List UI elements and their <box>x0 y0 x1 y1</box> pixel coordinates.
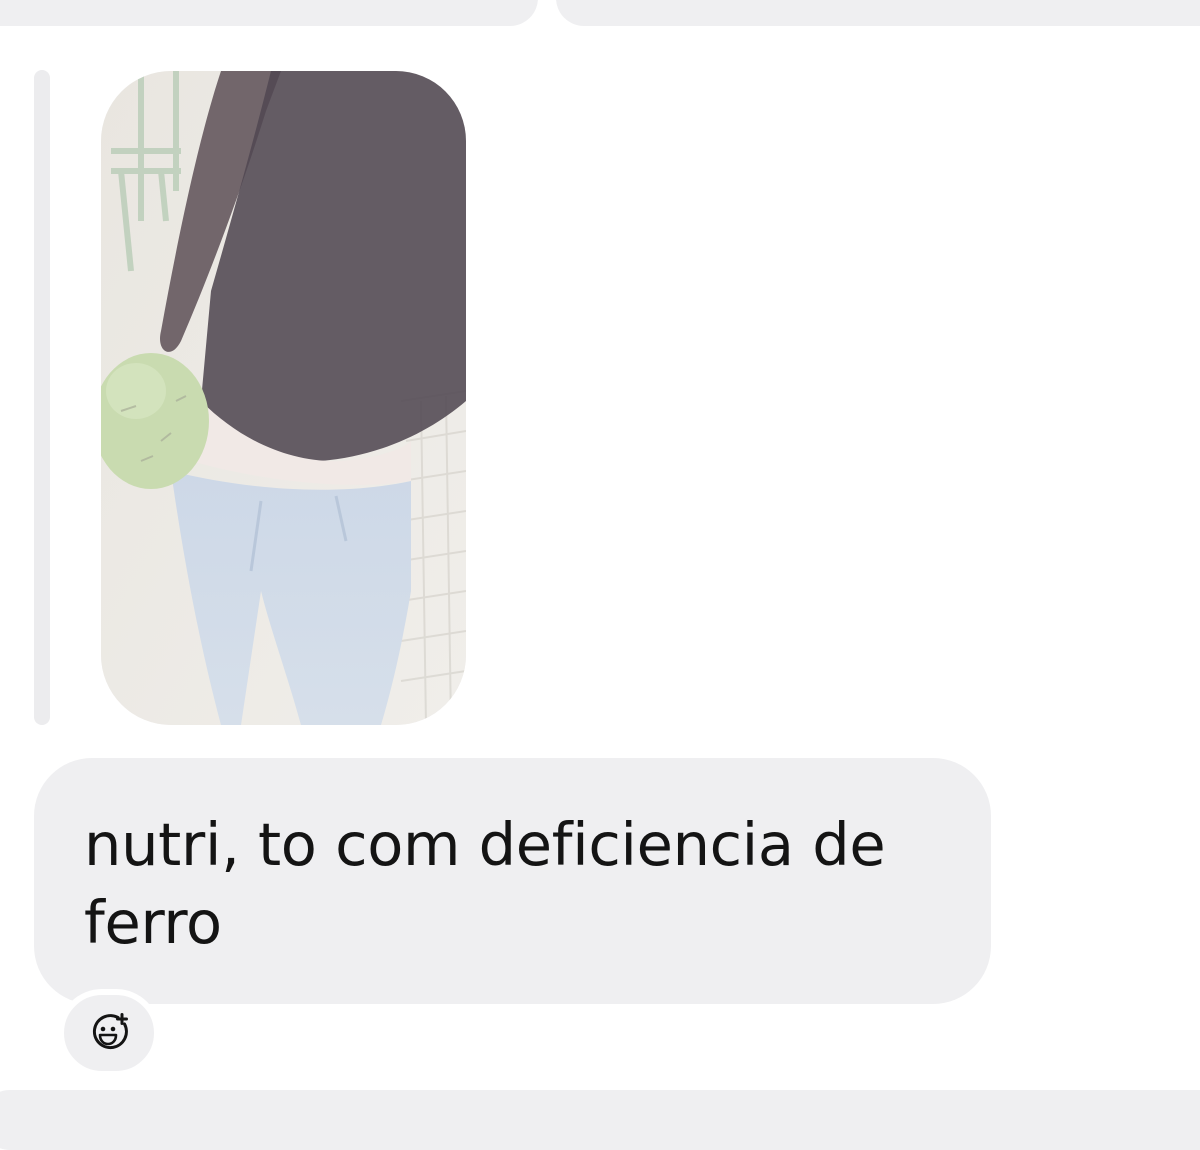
shared-photo[interactable] <box>101 71 466 725</box>
next-message-bubble <box>0 1090 1200 1150</box>
add-reaction-button[interactable] <box>58 989 160 1077</box>
photo-illustration <box>101 71 466 725</box>
previous-message-bubble-left <box>0 0 538 26</box>
message-text: nutri, to com deficiencia de ferro <box>84 810 886 957</box>
previous-message-bubble-right <box>556 0 1200 26</box>
add-reaction-icon <box>92 1013 128 1050</box>
reply-indicator-bar <box>34 70 50 725</box>
